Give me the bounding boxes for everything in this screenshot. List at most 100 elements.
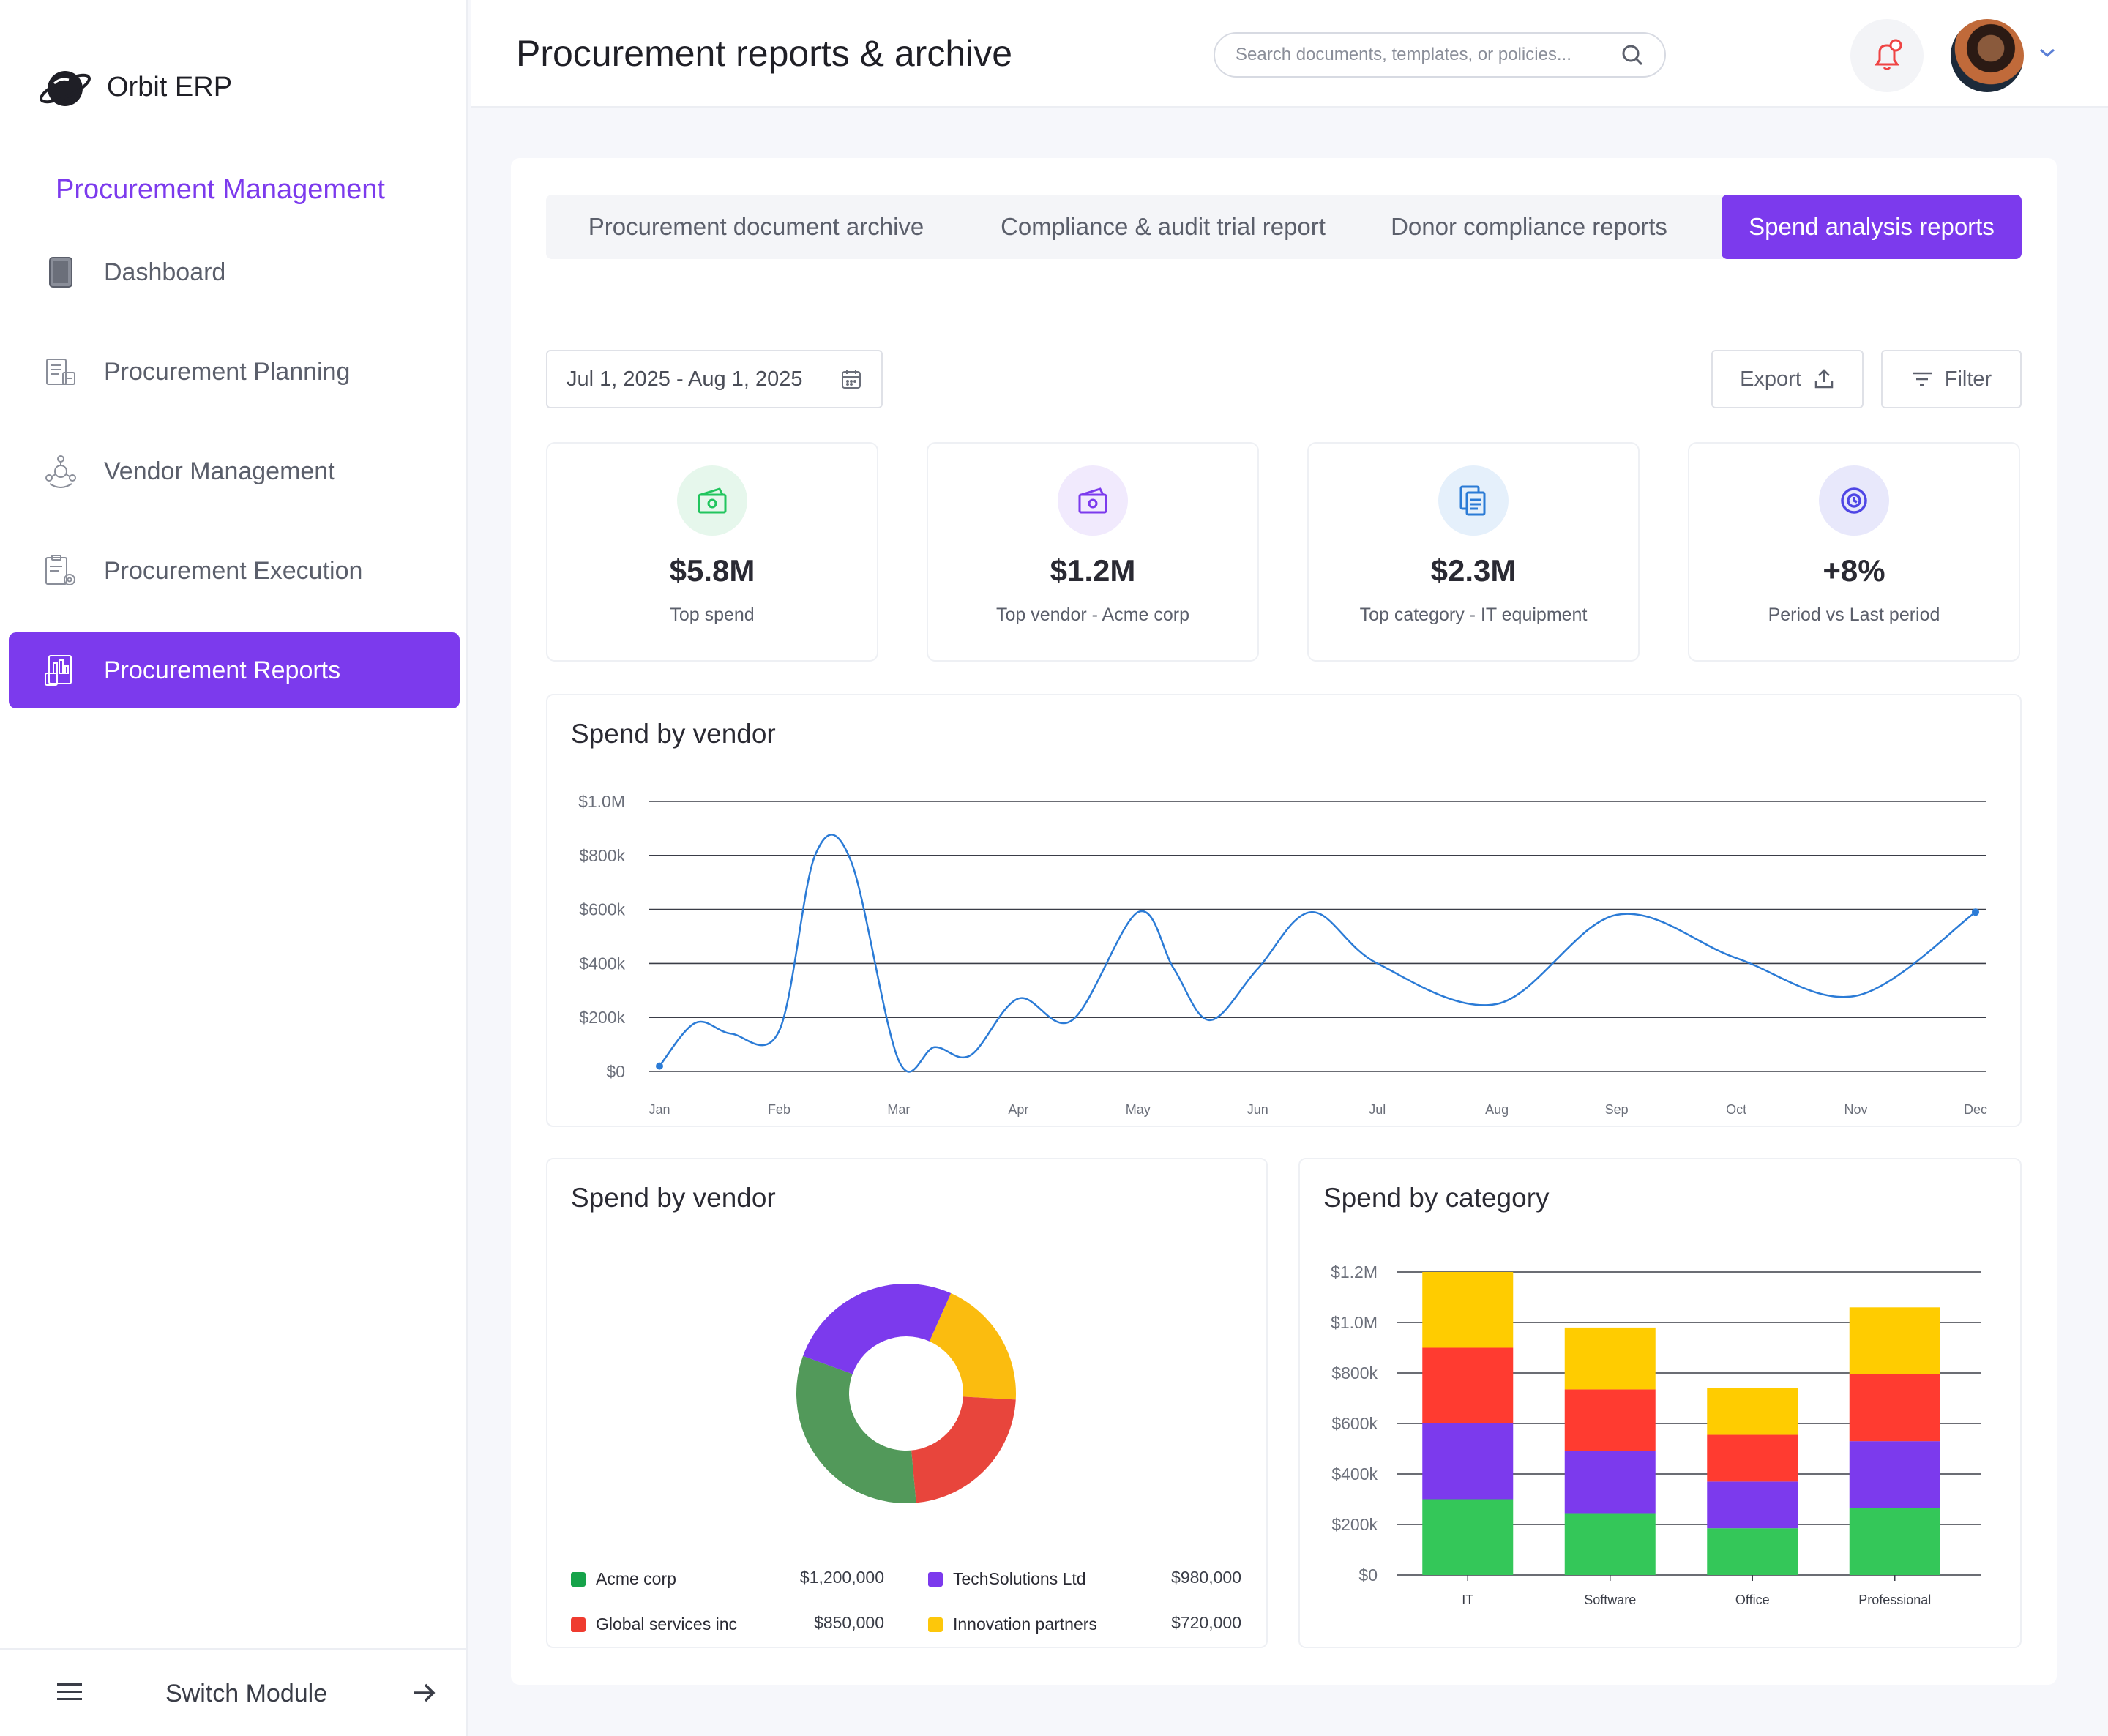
sidebar-item-procurement-reports[interactable]: Procurement Reports (9, 632, 460, 708)
legend-value: $1,200,000 (799, 1568, 884, 1587)
search-icon[interactable] (1621, 43, 1644, 67)
legend-value: $980,000 (1171, 1568, 1241, 1587)
legend-item: Innovation partners (928, 1615, 1097, 1634)
legend-value: $850,000 (814, 1613, 884, 1632)
data-point-start (656, 1062, 663, 1070)
legend-swatch (928, 1571, 943, 1587)
sidebar-item-label: Procurement Execution (104, 556, 363, 585)
stat-value: $5.8M (669, 553, 755, 588)
tab-compliance-audit-trial-report[interactable]: Compliance & audit trial report (966, 195, 1360, 259)
stacked-bar-chart: $0 $200k $400k $600k $800k $1.0M $1.2M IT Softwa… (1331, 1262, 1981, 1607)
series-line (659, 834, 1976, 1073)
hamburger-menu-icon[interactable] (57, 1681, 83, 1703)
x-tick-label: Professional (1858, 1593, 1931, 1607)
data-point-end (1972, 908, 1979, 916)
bar-segment (1707, 1434, 1798, 1482)
switch-module-label[interactable]: Switch Module (165, 1680, 327, 1708)
stat-card-top-spend: $5.8M Top spend (546, 442, 878, 662)
tab-procurement-document-archive[interactable]: Procurement document archive (546, 195, 966, 259)
switch-module-bar[interactable]: Switch Module (0, 1648, 468, 1736)
money-icon (677, 465, 747, 536)
y-tick-label: $800k (579, 846, 625, 865)
legend-value: $720,000 (1171, 1613, 1241, 1632)
sidebar-item-dashboard[interactable]: Dashboard (9, 234, 460, 310)
x-tick-label: Mar (887, 1102, 910, 1117)
bar-segment (1422, 1423, 1514, 1500)
x-tick-label: Feb (768, 1102, 790, 1117)
x-tick-label: Aug (1485, 1102, 1509, 1117)
x-tick-label: Sep (1605, 1102, 1629, 1117)
bar-segment (1707, 1388, 1798, 1435)
main-card: Procurement document archive Compliance … (511, 158, 2057, 1685)
money-icon (1058, 465, 1128, 536)
stacked-bar-chart-panel: Spend by category $0 $200k $400k $600k $800k… (1298, 1158, 2022, 1648)
documents-icon (1438, 465, 1509, 536)
y-tick-label: $800k (1331, 1363, 1378, 1383)
export-label: Export (1740, 367, 1801, 391)
stat-card-top-category: $2.3M Top category - IT equipment (1307, 442, 1640, 662)
y-tick-label: $400k (1331, 1464, 1378, 1484)
sidebar-item-label: Vendor Management (104, 457, 335, 485)
stat-label: Top spend (670, 605, 755, 625)
search-bar[interactable] (1214, 32, 1666, 78)
line-chart: $0 $200k $400k $600k $800k $1.0M Jan Feb Mar Apr M… (578, 792, 1987, 1117)
sidebar: Orbit ERP Procurement Management Dashboa… (0, 0, 468, 1736)
y-tick-label: $600k (1331, 1414, 1378, 1433)
bar-segment (1422, 1499, 1514, 1575)
donut-chart-panel: Spend by vendor Acme corp $1,200,000 Tec… (546, 1158, 1268, 1648)
vendor-network-icon (42, 453, 79, 490)
legend-item: Acme corp (571, 1569, 676, 1589)
y-tick-label: $1.0M (578, 792, 625, 811)
y-tick-label: $200k (1331, 1515, 1378, 1534)
x-tick-label: Dec (1964, 1102, 1987, 1117)
y-tick-label: $1.2M (1331, 1262, 1378, 1282)
sidebar-item-procurement-planning[interactable]: Procurement Planning (9, 334, 460, 410)
y-tick-label: $0 (1358, 1565, 1378, 1585)
planet-logo-icon (40, 71, 91, 106)
arrow-right-icon[interactable] (411, 1680, 438, 1706)
x-tick-label: Jun (1247, 1102, 1268, 1117)
x-tick-label: Oct (1726, 1102, 1746, 1117)
bar-segment (1422, 1272, 1514, 1348)
x-tick-label: Office (1735, 1593, 1770, 1607)
bar-segment (1849, 1441, 1940, 1508)
upload-icon (1814, 369, 1834, 389)
stat-card-period-change: +8% Period vs Last period (1688, 442, 2020, 662)
y-tick-label: $1.0M (1331, 1313, 1378, 1332)
sidebar-item-procurement-execution[interactable]: Procurement Execution (9, 533, 460, 609)
y-tick-label: $200k (579, 1008, 625, 1027)
notification-button[interactable] (1850, 19, 1924, 92)
bar-segment (1422, 1347, 1514, 1423)
stat-value: +8% (1823, 553, 1885, 588)
report-chart-icon (42, 652, 79, 689)
stat-label: Top vendor - Acme corp (995, 605, 1189, 625)
stat-value: $2.3M (1430, 553, 1517, 588)
bar-segment (1849, 1307, 1940, 1374)
sidebar-nav: Dashboard Procurement Planning Vendor Ma… (9, 234, 460, 732)
legend-label: Global services inc (596, 1615, 738, 1634)
search-input[interactable] (1236, 45, 1621, 65)
report-tabs: Procurement document archive Compliance … (546, 195, 2022, 259)
date-range-picker[interactable]: Jul 1, 2025 - Aug 1, 2025 (546, 350, 883, 408)
x-tick-label: Jul (1369, 1102, 1386, 1117)
brand[interactable]: Orbit ERP (38, 60, 232, 114)
stat-label: Top category - IT equipment (1359, 605, 1588, 625)
user-avatar[interactable] (1951, 19, 2024, 92)
tab-spend-analysis-reports[interactable]: Spend analysis reports (1722, 195, 2022, 259)
chevron-down-icon[interactable] (2037, 45, 2057, 60)
filter-button[interactable]: Filter (1881, 350, 2022, 408)
x-tick-label: Nov (1844, 1102, 1868, 1117)
sidebar-item-label: Procurement Planning (104, 357, 351, 386)
sidebar-item-vendor-management[interactable]: Vendor Management (9, 433, 460, 509)
calendar-icon (842, 370, 861, 389)
export-button[interactable]: Export (1711, 350, 1864, 408)
legend-item: TechSolutions Ltd (928, 1569, 1086, 1589)
line-chart-panel: Spend by vendor $0 $200k $400k $600k $800k $1… (546, 694, 2022, 1127)
sidebar-item-label: Procurement Reports (104, 656, 341, 684)
legend-label: Acme corp (596, 1569, 676, 1588)
tab-donor-compliance-reports[interactable]: Donor compliance reports (1360, 195, 1698, 259)
bar-segment (1849, 1374, 1940, 1442)
sidebar-item-label: Dashboard (104, 258, 226, 286)
stat-value: $1.2M (1050, 553, 1136, 588)
bell-icon (1875, 39, 1902, 70)
